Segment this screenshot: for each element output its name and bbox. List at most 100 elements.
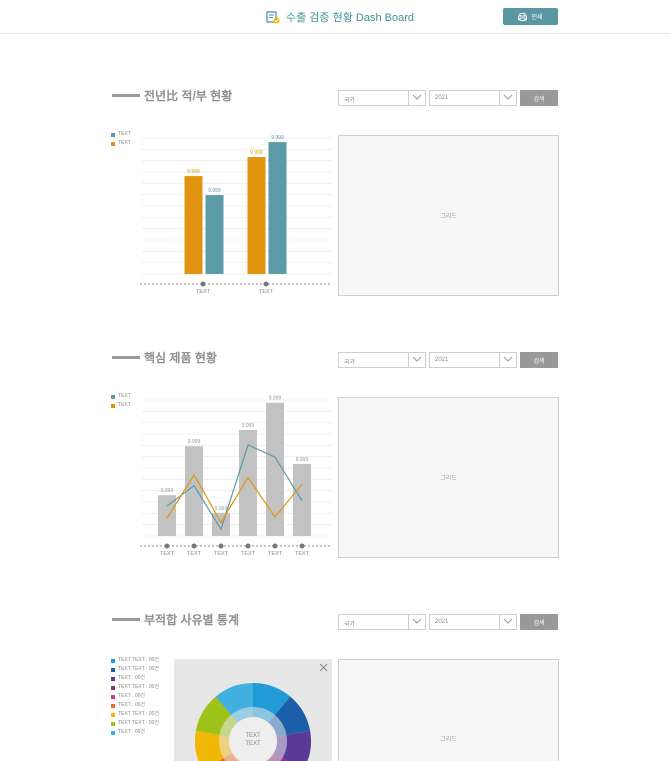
pie-legend: TEXT TEXT : 00건 TEXT TEXT : 00건 TEXT : 00건… [111,656,159,737]
section-title-yoy: 전년比 적/부 현황 [112,87,232,104]
x-tick-label: TEXT [241,551,256,557]
search-button[interactable]: 검색 [520,614,558,630]
page-title-text: 수출 검증 현황 Dash Board [286,12,414,24]
x-tick-label: TEXT [187,551,202,557]
bar [205,195,224,274]
title-bar-decoration [112,94,140,97]
legend-swatch [111,712,115,717]
legend-swatch [111,141,115,146]
section-title-text: 핵심 제품 현황 [144,351,217,365]
legend-label: TEXT [118,402,131,408]
donut-slice [195,730,224,761]
print-button[interactable]: 인쇄 [503,8,558,25]
data-grid-yoy: 그리드 [338,135,559,296]
legend-label: TEXT TEXT : 00건 [118,666,160,672]
legend-label: TEXT : 00건 [118,693,146,699]
section-title-core-products: 핵심 제품 현황 [112,349,217,366]
x-tick-label: TEXT [160,551,175,557]
legend-swatch [111,403,115,408]
x-axis-marker [299,543,305,549]
country-select[interactable]: 국가 [338,90,426,106]
donut-center-line: TEXT [245,741,261,747]
x-axis-marker [200,281,206,287]
grid-placeholder: 그리드 [440,737,457,743]
search-button[interactable]: 검색 [520,352,558,368]
chevron-down-icon[interactable] [499,353,516,367]
x-axis-marker [272,543,278,549]
print-button-label: 인쇄 [531,15,543,21]
legend-item: TEXT TEXT : 00건 [111,719,159,728]
legend-swatch [111,676,115,681]
legend-label: TEXT : 00건 [118,729,146,735]
donut-slice [282,730,311,761]
legend-item: TEXT : 00건 [111,701,159,710]
legend-swatch [111,658,115,663]
chevron-down-icon[interactable] [499,615,516,629]
year-select[interactable]: 2021 [429,352,517,368]
data-label: 9.999 [271,135,284,141]
year-select-value: 2021 [435,357,449,363]
legend-swatch [111,703,115,708]
chevron-down-icon[interactable] [408,91,425,105]
chevron-down-icon[interactable] [408,353,425,367]
legend-swatch [111,730,115,735]
data-label: 9.999 [296,457,309,463]
legend-label: TEXT : 00건 [118,675,146,681]
legend-item: TEXT : 00건 [111,674,159,683]
year-select-value: 2021 [435,95,449,101]
section-title-text: 전년比 적/부 현황 [144,89,233,103]
printer-icon [518,12,528,21]
legend-label: TEXT TEXT : 00건 [118,711,160,717]
donut-center-label: TEXT TEXT [238,732,268,748]
x-axis-marker [245,543,251,549]
data-label: 9.999 [188,439,201,445]
legend-swatch [111,394,115,399]
title-bar-decoration [112,356,140,359]
legend-swatch [111,667,115,672]
x-axis-marker [164,543,170,549]
legend-item: TEXT TEXT : 00건 [111,683,159,692]
data-label: 9.999 [269,396,282,402]
legend-label: TEXT TEXT : 00건 [118,684,160,690]
search-button[interactable]: 검색 [520,90,558,106]
grid-placeholder: 그리드 [440,214,457,220]
year-select[interactable]: 2021 [429,614,517,630]
legend-label: TEXT [118,393,131,399]
country-select-value: 국가 [344,98,356,104]
x-tick-label: TEXT [268,551,283,557]
bar-chart-yoy: 9.999 9.999 TEXT 9.999 9.999 TEXT [140,135,332,295]
legend-swatch [111,685,115,690]
legend-swatch [111,721,115,726]
data-grid-core-products: 그리드 [338,397,559,558]
country-select[interactable]: 국가 [338,614,426,630]
x-tick-label: TEXT [196,289,211,295]
data-label: 9.999 [250,150,263,156]
year-select[interactable]: 2021 [429,90,517,106]
combo-chart-core-products: 9.999 9.999 9.999 9.999 9.999 9.999 TEXT TEXT TE… [140,396,332,557]
data-label: 9.999 [242,423,255,429]
section-title-nonconformity: 부적합 사유별 통계 [112,611,239,628]
data-label: 9.999 [215,506,228,512]
page-title: 수출 검증 현황 Dash Board [266,9,414,25]
chart-legend: TEXT TEXT [111,130,131,148]
legend-item: TEXT [111,139,131,148]
pie-chart-panel: TEXT TEXT [174,659,332,761]
title-bar-decoration [112,618,140,621]
year-select-value: 2021 [435,619,449,625]
chevron-down-icon[interactable] [408,615,425,629]
legend-item: TEXT TEXT : 00건 [111,665,159,674]
legend-label: TEXT [118,131,131,137]
legend-item: TEXT TEXT : 00건 [111,656,159,665]
legend-item: TEXT [111,130,131,139]
chevron-down-icon[interactable] [499,91,516,105]
legend-item: TEXT : 00건 [111,728,159,737]
bar [212,512,230,536]
bar [184,176,203,274]
data-label: 9.999 [161,488,174,494]
x-axis-marker [263,281,269,287]
legend-swatch [111,132,115,137]
bar [247,157,266,274]
x-axis-marker [191,543,197,549]
legend-label: TEXT : 00건 [118,702,146,708]
country-select[interactable]: 국가 [338,352,426,368]
